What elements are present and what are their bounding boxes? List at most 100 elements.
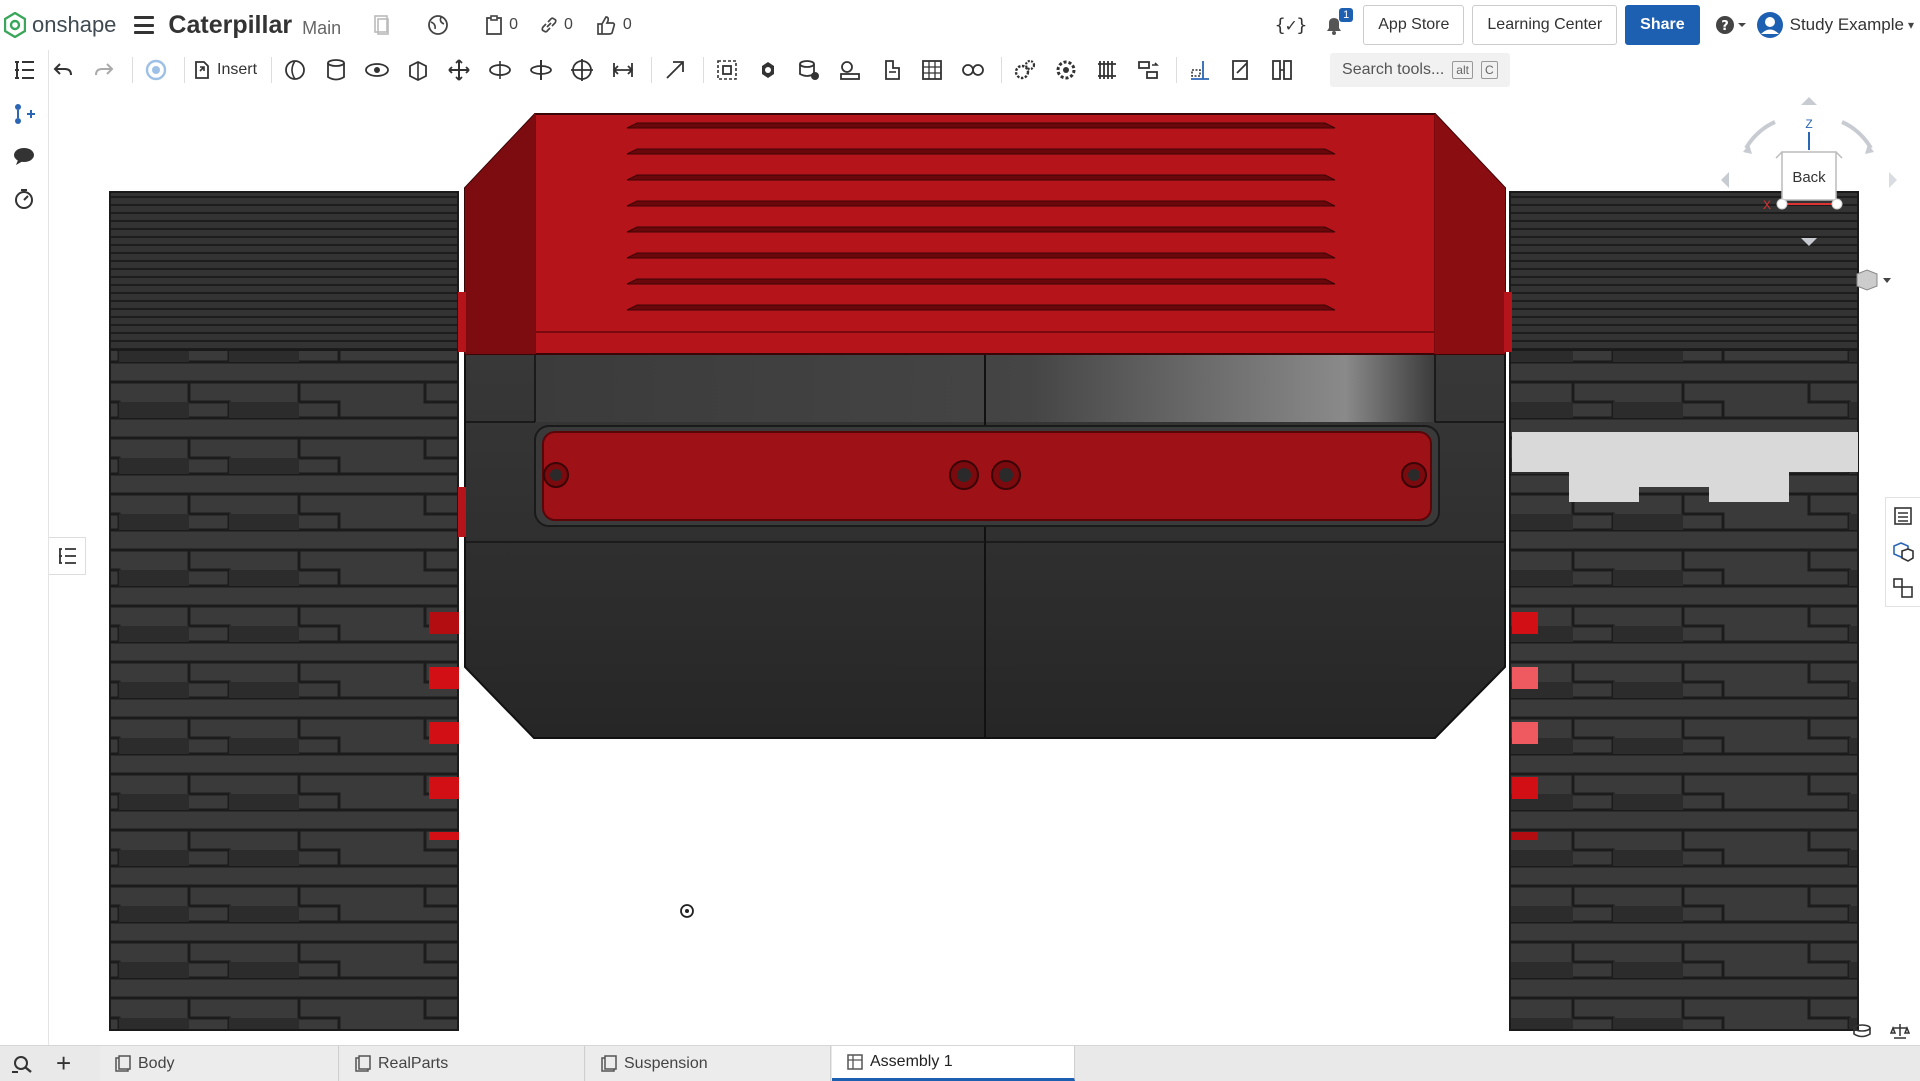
document-title[interactable]: Caterpillar [168, 11, 292, 40]
onshape-logo[interactable]: onshape [4, 12, 116, 38]
rotate-up-icon[interactable] [1801, 97, 1817, 105]
part-studio-icon [601, 1054, 617, 1072]
axis-x-label: X [1763, 198, 1771, 212]
replicate-pattern-icon[interactable] [958, 55, 988, 85]
shortcut-alt: alt [1452, 61, 1473, 79]
comment-icon[interactable] [10, 142, 38, 170]
screw-relation-icon[interactable] [876, 55, 906, 85]
app-store-button[interactable]: App Store [1363, 5, 1465, 45]
rack-icon[interactable] [1092, 55, 1122, 85]
graphics-viewport[interactable]: Back Z X [49, 92, 1920, 1044]
brand-name: onshape [32, 12, 117, 37]
right-panel-rail [1885, 497, 1920, 607]
materials-icon[interactable] [1852, 1022, 1872, 1040]
rotation-center-icon [680, 904, 694, 918]
tab-realparts[interactable]: RealParts [340, 1046, 585, 1081]
left-track[interactable] [109, 191, 459, 1031]
parallel-mate-icon[interactable] [608, 55, 638, 85]
mass-properties-icon[interactable] [1267, 55, 1297, 85]
likes-counter[interactable]: 0 [595, 14, 632, 36]
tangent-mate-icon[interactable] [660, 55, 690, 85]
ball-mate-icon[interactable] [567, 55, 597, 85]
undo-icon[interactable] [48, 55, 78, 85]
rotate-right-icon[interactable] [1889, 172, 1897, 188]
help-menu[interactable]: ? [1714, 14, 1748, 36]
onshape-logo-icon [4, 12, 26, 38]
user-menu-caret-icon[interactable]: ▾ [1908, 18, 1914, 32]
add-tab-button[interactable]: + [56, 1050, 71, 1076]
caterpillar-model[interactable]: Back Z X [49, 92, 1920, 1044]
caterpillar-body[interactable] [458, 113, 1512, 739]
redo-icon[interactable] [89, 55, 119, 85]
explode-view-icon[interactable] [1133, 55, 1163, 85]
configurations-icon[interactable] [1886, 570, 1920, 606]
gear-relation-icon[interactable] [794, 55, 824, 85]
cylinder-icon[interactable] [321, 55, 351, 85]
bom-icon[interactable] [1886, 534, 1920, 570]
fixed-icon[interactable] [141, 55, 171, 85]
links-counter[interactable]: 0 [540, 16, 573, 34]
help-icon: ? [1715, 16, 1746, 34]
shortcut-c: C [1480, 61, 1498, 79]
assembly-icon [847, 1054, 863, 1070]
share-button[interactable]: Share [1625, 5, 1700, 45]
insert-icon [195, 61, 209, 79]
links-count: 0 [564, 16, 573, 33]
group-icon[interactable] [712, 55, 742, 85]
clipboard-icon [486, 15, 503, 35]
part-studio-icon [355, 1054, 371, 1072]
search-tools-placeholder: Search tools... [1342, 61, 1445, 78]
mate-connector-tool-icon[interactable] [753, 55, 783, 85]
insert-label: Insert [217, 61, 258, 78]
globe-icon[interactable] [427, 14, 449, 36]
rotate-left-icon[interactable] [1721, 172, 1729, 188]
branch-label[interactable]: Main [302, 18, 341, 39]
tab-assembly-1[interactable]: Assembly 1 [832, 1046, 1075, 1081]
search-tools-input[interactable]: Search tools... alt C [1330, 53, 1510, 87]
gear-icon[interactable] [1010, 55, 1040, 85]
settings-gear-icon[interactable] [1051, 55, 1081, 85]
top-bar: onshape Caterpillar Main 0 0 0 {✓} 1 App… [0, 0, 1920, 50]
likes-count: 0 [622, 16, 632, 33]
units-icon[interactable] [1890, 1022, 1910, 1040]
variable-icon[interactable]: {✓} [1275, 15, 1308, 36]
measure-icon[interactable] [1226, 55, 1256, 85]
slider-mate-icon[interactable] [403, 55, 433, 85]
instance-list-toggle[interactable] [49, 537, 86, 575]
user-avatar-icon[interactable] [1756, 11, 1784, 39]
tab-body[interactable]: Body [100, 1046, 339, 1081]
insert-button[interactable]: Insert [193, 60, 257, 80]
planar-mate-icon[interactable] [444, 55, 474, 85]
feature-list-icon[interactable] [10, 56, 38, 84]
notifications-bell[interactable]: 1 [1323, 8, 1354, 36]
tab-bar: + Body RealParts Suspension Assembly 1 [0, 1045, 1920, 1081]
rack-pinion-icon[interactable] [835, 55, 865, 85]
linear-relation-icon[interactable] [917, 55, 947, 85]
cylindrical-mate-icon[interactable] [485, 55, 515, 85]
thumbs-up-icon [597, 16, 616, 35]
mate-connector-icon[interactable] [10, 100, 38, 128]
revolute-icon[interactable] [362, 55, 392, 85]
tab-search-icon[interactable] [10, 1054, 36, 1079]
tab-label: Suspension [624, 1054, 708, 1072]
right-track[interactable] [1509, 191, 1859, 1031]
tab-suspension[interactable]: Suspension [586, 1046, 831, 1081]
link-icon [541, 17, 557, 33]
versions-icon[interactable] [371, 14, 391, 36]
parts-counter[interactable]: 0 [485, 15, 518, 35]
timer-icon[interactable] [10, 185, 38, 213]
pin-slot-icon[interactable] [526, 55, 556, 85]
parts-count: 0 [509, 16, 519, 33]
viewport-footer-icons [1852, 1022, 1910, 1040]
section-view-icon[interactable] [1185, 55, 1215, 85]
view-options-icon[interactable] [1856, 269, 1891, 291]
list-tree-icon [59, 548, 76, 564]
tab-label: Assembly 1 [870, 1053, 953, 1070]
properties-panel-icon[interactable] [1886, 498, 1920, 534]
tab-label: Body [138, 1054, 175, 1072]
replicate-icon[interactable] [280, 55, 310, 85]
learning-center-button[interactable]: Learning Center [1472, 5, 1618, 45]
part-studio-icon [115, 1054, 131, 1072]
menu-icon[interactable] [134, 16, 155, 34]
user-name[interactable]: Study Example [1790, 15, 1904, 35]
